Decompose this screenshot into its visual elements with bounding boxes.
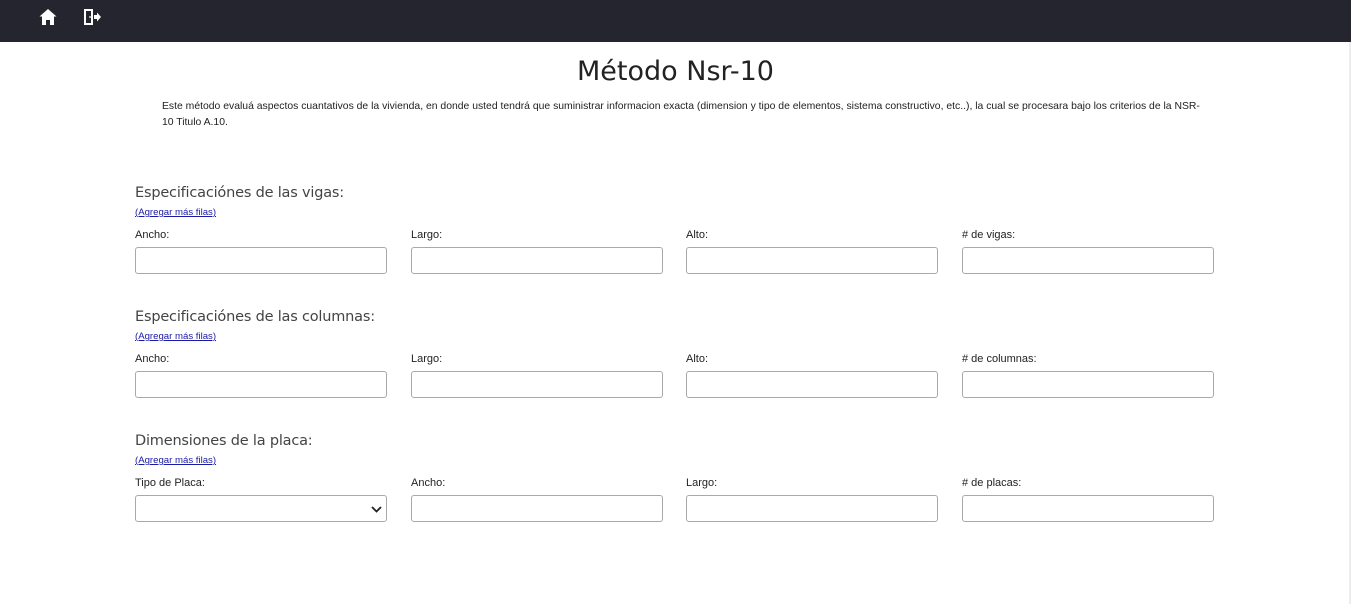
label-num-columnas: # de columnas: xyxy=(962,353,1037,365)
section-title-placa: Dimensiones de la placa: xyxy=(135,433,313,449)
label-alto: Alto: xyxy=(686,229,709,241)
logout-icon[interactable] xyxy=(82,7,102,27)
columnas-largo-input[interactable] xyxy=(411,371,663,398)
label-ancho: Ancho: xyxy=(135,229,170,241)
page-title: Método Nsr-10 xyxy=(577,56,774,87)
columnas-ancho-input[interactable] xyxy=(135,371,387,398)
label-num-placas: # de placas: xyxy=(962,477,1022,489)
placa-largo-input[interactable] xyxy=(686,495,938,522)
columnas-alto-input[interactable] xyxy=(686,371,938,398)
add-rows-link-columnas[interactable]: (Agregar más filas) xyxy=(135,331,216,342)
home-icon[interactable] xyxy=(38,7,58,27)
intro-text: Este método evaluá aspectos cuantativos … xyxy=(162,101,1200,128)
section-title-vigas: Especificaciónes de las vigas: xyxy=(135,185,344,201)
add-rows-link-vigas[interactable]: (Agregar más filas) xyxy=(135,207,216,218)
label-largo: Largo: xyxy=(411,229,443,241)
chevron-down-icon xyxy=(371,506,382,513)
top-navbar xyxy=(0,0,1351,42)
tipo-placa-select[interactable] xyxy=(135,495,387,522)
label-alto: Alto: xyxy=(686,353,709,365)
vigas-ancho-input[interactable] xyxy=(135,247,387,274)
placa-count-input[interactable] xyxy=(962,495,1214,522)
label-largo: Largo: xyxy=(686,477,718,489)
vigas-largo-input[interactable] xyxy=(411,247,663,274)
vigas-count-input[interactable] xyxy=(962,247,1214,274)
label-tipo-placa: Tipo de Placa: xyxy=(135,477,205,489)
label-num-vigas: # de vigas: xyxy=(962,229,1016,241)
label-ancho: Ancho: xyxy=(135,353,170,365)
section-title-columnas: Especificaciónes de las columnas: xyxy=(135,309,375,325)
add-rows-link-placa[interactable]: (Agregar más filas) xyxy=(135,455,216,466)
label-ancho: Ancho: xyxy=(411,477,446,489)
vigas-alto-input[interactable] xyxy=(686,247,938,274)
columnas-count-input[interactable] xyxy=(962,371,1214,398)
label-largo: Largo: xyxy=(411,353,443,365)
placa-ancho-input[interactable] xyxy=(411,495,663,522)
